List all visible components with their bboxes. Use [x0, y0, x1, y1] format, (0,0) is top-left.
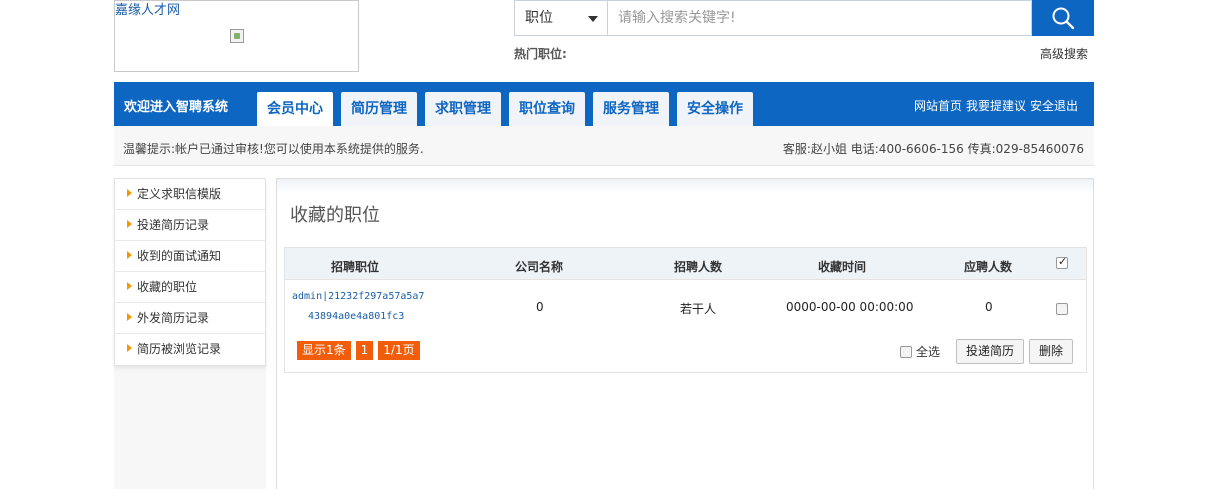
job-link[interactable]: admin|21232f297a57a5a7 43894a0e4a801fc3	[292, 287, 432, 327]
sidebar-area: 定义求职信模版 投递简历记录 收到的面试通知 收藏的职位 外发简历记录 简历被浏…	[114, 178, 266, 489]
hot-jobs-label: 热门职位:	[514, 47, 567, 61]
search-category-value: 职位	[525, 10, 553, 26]
sidebar-item-interview-notices[interactable]: 收到的面试通知	[115, 241, 265, 272]
logo-text[interactable]: 嘉缘人才网	[115, 0, 180, 18]
column-header-job: 招聘职位	[331, 260, 380, 274]
table-header: 招聘职位 公司名称 招聘人数 收藏时间 应聘人数	[285, 248, 1086, 280]
tab-job-seeking[interactable]: 求职管理	[425, 92, 501, 126]
arrow-right-icon	[127, 313, 132, 321]
arrow-right-icon	[127, 282, 132, 290]
bulk-actions: 全选 投递简历 删除	[900, 339, 1078, 364]
search-button[interactable]	[1032, 0, 1094, 36]
arrow-right-icon	[127, 251, 132, 259]
sidebar-item-sent-resumes[interactable]: 外发简历记录	[115, 303, 265, 334]
saved-jobs-table: 招聘职位 公司名称 招聘人数 收藏时间 应聘人数 admin|21232f297…	[284, 247, 1087, 373]
sidebar-item-label: 简历被浏览记录	[137, 342, 222, 356]
pager-count: 显示1条	[297, 341, 351, 360]
sidebar-item-label: 投递简历记录	[137, 218, 210, 232]
logout-link[interactable]: 安全退出	[1030, 97, 1078, 114]
search-icon	[1052, 7, 1075, 30]
column-header-saved-time: 收藏时间	[818, 260, 867, 274]
arrow-right-icon	[127, 344, 132, 352]
sidebar-item-resume-views[interactable]: 简历被浏览记录	[115, 334, 265, 365]
table-row: admin|21232f297a57a5a7 43894a0e4a801fc3 …	[285, 281, 1086, 333]
job-link-line2: 43894a0e4a801fc3	[308, 311, 405, 322]
select-all[interactable]: 全选	[900, 343, 940, 360]
sidebar-menu: 定义求职信模版 投递简历记录 收到的面试通知 收藏的职位 外发简历记录 简历被浏…	[114, 178, 266, 366]
headcount-cell: 若干人	[680, 302, 717, 316]
arrow-right-icon	[127, 189, 132, 197]
advanced-search-link[interactable]: 高级搜索	[1040, 45, 1088, 62]
sidebar-item-label: 定义求职信模版	[137, 187, 222, 201]
search-placeholder: 请输入搜索关键字!	[618, 10, 736, 26]
deliver-resume-button[interactable]: 投递简历	[956, 339, 1025, 364]
row-select-checkbox[interactable]	[1056, 303, 1068, 315]
broken-image-icon	[230, 29, 244, 43]
sidebar-item-label: 收到的面试通知	[137, 249, 222, 263]
delete-button[interactable]: 删除	[1029, 339, 1074, 364]
tab-job-search[interactable]: 职位查询	[509, 92, 585, 126]
select-all-label: 全选	[916, 345, 941, 359]
column-header-company: 公司名称	[515, 260, 564, 274]
nav-tabs: 会员中心 简历管理 求职管理 职位查询 服务管理 安全操作	[257, 92, 761, 126]
logo-box[interactable]: 嘉缘人才网	[114, 0, 359, 72]
job-link-line1: admin|21232f297a57a5a7	[292, 291, 425, 302]
tab-resume-management[interactable]: 简历管理	[341, 92, 417, 126]
applicants-cell: 0	[985, 300, 993, 314]
pager-total-pages: 1/1页	[378, 341, 420, 360]
search-input[interactable]: 请输入搜索关键字!	[607, 0, 1032, 36]
search-bar: 职位 请输入搜索关键字!	[514, 0, 1094, 36]
tab-member-center[interactable]: 会员中心	[257, 92, 333, 126]
home-link[interactable]: 网站首页	[914, 97, 962, 114]
sidebar-item-cover-letter-template[interactable]: 定义求职信模版	[115, 179, 265, 210]
nav-links: 网站首页 我要提建议 安全退出	[914, 97, 1078, 114]
header-select-checkbox[interactable]	[1056, 257, 1068, 269]
column-header-headcount: 招聘人数	[674, 260, 723, 274]
search-category-select[interactable]: 职位	[514, 0, 607, 36]
welcome-text: 欢迎进入智聘系统	[124, 100, 229, 115]
caret-down-icon	[588, 16, 598, 22]
arrow-right-icon	[127, 220, 132, 228]
feedback-link[interactable]: 我要提建议	[966, 97, 1026, 114]
select-all-checkbox[interactable]	[900, 345, 912, 358]
notice-bar: 温馨提示:帐户已通过审核!您可以使用本系统提供的服务. 客服:赵小姐 电话:40…	[114, 126, 1094, 166]
sidebar-item-label: 外发简历记录	[137, 311, 210, 325]
main-panel: 收藏的职位 招聘职位 公司名称 招聘人数 收藏时间 应聘人数 admin|212…	[276, 178, 1094, 489]
sidebar-item-label: 收藏的职位	[137, 280, 198, 294]
page-title: 收藏的职位	[290, 205, 380, 226]
sidebar-item-delivered-resumes[interactable]: 投递简历记录	[115, 210, 265, 241]
pager-page-1[interactable]: 1	[355, 341, 374, 360]
notice-tip: 温馨提示:帐户已通过审核!您可以使用本系统提供的服务.	[123, 142, 424, 156]
pagination: 显示1条 1 1/1页	[297, 341, 420, 360]
main-navbar: 欢迎进入智聘系统 会员中心 简历管理 求职管理 职位查询 服务管理 安全操作 网…	[114, 82, 1094, 126]
company-cell: 0	[536, 300, 544, 314]
sidebar-item-saved-jobs[interactable]: 收藏的职位	[115, 272, 265, 303]
tab-security[interactable]: 安全操作	[677, 92, 753, 126]
column-header-applicants: 应聘人数	[964, 260, 1013, 274]
saved-time-cell: 0000-00-00 00:00:00	[786, 300, 914, 314]
contact-info: 客服:赵小姐 电话:400-6606-156 传真:029-85460076	[782, 142, 1084, 156]
tab-service-management[interactable]: 服务管理	[593, 92, 669, 126]
